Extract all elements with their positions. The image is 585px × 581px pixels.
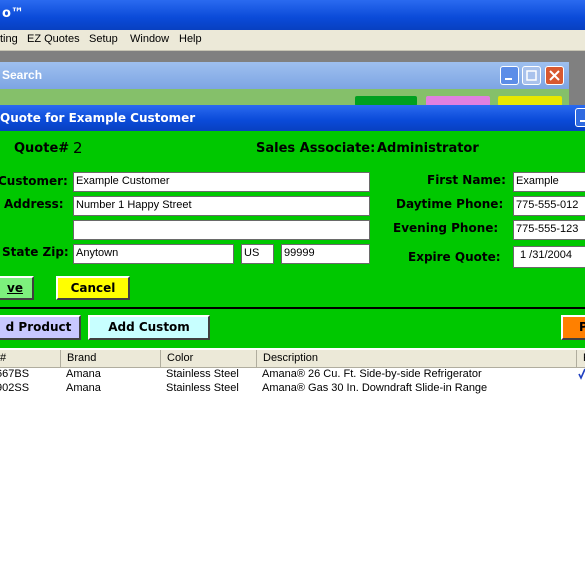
right-action-button[interactable]: P	[561, 315, 585, 340]
cell-color: Stainless Steel	[166, 368, 239, 380]
column-header-brand[interactable]: Brand	[60, 350, 160, 367]
cell-description: Amana® 26 Cu. Ft. Side-by-side Refrigera…	[262, 368, 482, 380]
first-name-field[interactable]: Example	[513, 172, 585, 192]
search-window-titlebar	[0, 62, 569, 89]
column-header-color[interactable]: Color	[160, 350, 256, 367]
expire-quote-label: Expire Quote:	[408, 250, 501, 264]
menu-item-reporting[interactable]: ting	[0, 33, 18, 45]
state-zip-label: State Zip:	[2, 245, 69, 259]
quote-window-title: Quote for Example Customer	[0, 111, 196, 125]
menu-item-help[interactable]: Help	[179, 33, 202, 45]
checkmark-icon	[578, 368, 585, 380]
address-label: Address:	[4, 197, 64, 211]
divider	[0, 307, 585, 309]
close-icon[interactable]	[545, 66, 564, 85]
city-field[interactable]: Anytown	[73, 244, 234, 264]
column-header-price[interactable]: P	[576, 350, 585, 367]
quote-number-label: Quote#	[14, 141, 70, 156]
menu-item-setup[interactable]: Setup	[89, 33, 118, 45]
address-line1-field[interactable]: Number 1 Happy Street	[73, 196, 370, 216]
add-custom-button[interactable]: Add Custom	[88, 315, 210, 340]
evening-phone-field[interactable]: 775-555-123	[513, 220, 585, 240]
daytime-phone-label: Daytime Phone:	[396, 197, 504, 211]
sales-associate-value: Administrator	[377, 141, 479, 156]
customer-field[interactable]: Example Customer	[73, 172, 370, 192]
customer-label: Customer:	[0, 174, 68, 188]
search-window-title: Search	[2, 68, 43, 82]
evening-phone-label: Evening Phone:	[393, 221, 499, 235]
app-title: o™	[2, 6, 24, 21]
expire-quote-field[interactable]: 1 /31/2004	[513, 246, 585, 268]
sales-associate-label: Sales Associate:	[256, 141, 376, 156]
minimize-icon[interactable]	[575, 108, 585, 127]
column-header-description[interactable]: Description	[256, 350, 576, 367]
cell-description: Amana® Gas 30 In. Downdraft Slide-in Ran…	[262, 382, 488, 394]
app-title-bar	[0, 0, 585, 30]
state-field[interactable]: US	[241, 244, 274, 264]
minimize-icon[interactable]	[500, 66, 519, 85]
cell-brand: Amana	[66, 368, 101, 380]
save-button[interactable]: ve	[0, 276, 34, 300]
first-name-label: First Name:	[427, 173, 506, 187]
cancel-button[interactable]: Cancel	[56, 276, 130, 300]
menu-item-window[interactable]: Window	[130, 33, 169, 45]
menu-item-ez-quotes[interactable]: EZ Quotes	[27, 33, 80, 45]
daytime-phone-field[interactable]: 775-555-012	[513, 196, 585, 216]
add-product-button[interactable]: d Product	[0, 315, 81, 340]
cell-number: 902SS	[0, 382, 30, 394]
column-header-number[interactable]: #	[0, 350, 60, 367]
quote-number-value: 2	[73, 139, 83, 157]
menu-bar: ting EZ Quotes Setup Window Help	[0, 30, 585, 51]
cell-color: Stainless Steel	[166, 382, 239, 394]
address-line2-field[interactable]	[73, 220, 370, 240]
maximize-icon[interactable]	[522, 66, 541, 85]
cell-number: 667BS	[0, 368, 30, 380]
cell-brand: Amana	[66, 382, 101, 394]
zip-field[interactable]: 99999	[281, 244, 370, 264]
